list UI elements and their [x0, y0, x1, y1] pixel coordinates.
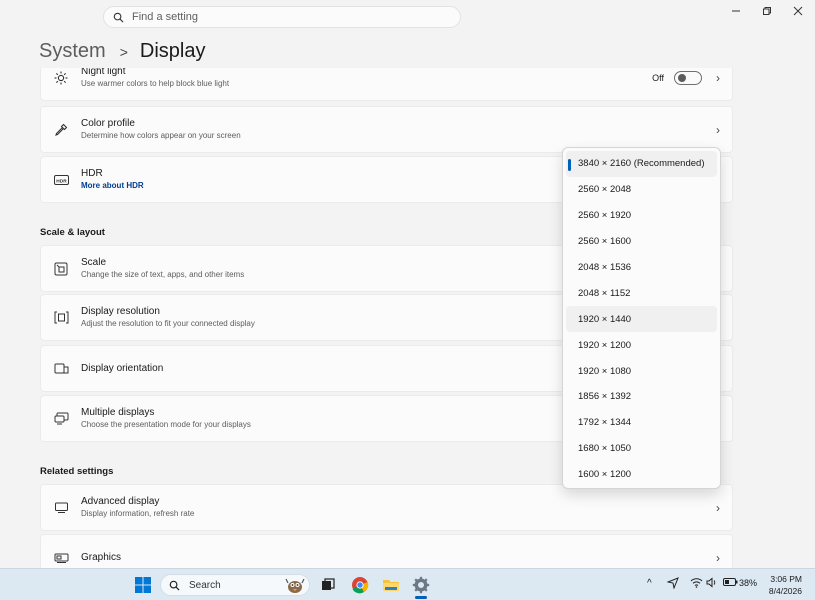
resolution-option[interactable]: 2048 × 1152 [566, 280, 717, 306]
file-explorer-icon[interactable] [381, 575, 401, 595]
advanced-display-text: Advanced display Display information, re… [81, 496, 194, 519]
clock-date: 8/4/2026 [768, 586, 802, 596]
chevron-right-icon[interactable]: › [716, 551, 720, 565]
orientation-icon [52, 360, 70, 378]
night-light-subtitle: Use warmer colors to help block blue lig… [81, 79, 230, 88]
chevron-right-icon[interactable]: › [716, 71, 720, 85]
task-view-icon[interactable] [318, 575, 338, 595]
graphics-card-icon [52, 549, 70, 567]
search-icon [169, 580, 180, 591]
selection-indicator [568, 159, 571, 171]
settings-app-icon[interactable] [411, 575, 431, 595]
multiple-displays-subtitle: Choose the presentation mode for your di… [81, 420, 251, 429]
chrome-icon[interactable] [350, 575, 370, 595]
resolution-option[interactable]: 1856 × 1392 [566, 384, 717, 410]
restore-icon [763, 7, 771, 15]
display-resolution-title: Display resolution [81, 306, 160, 317]
section-scale-layout: Scale & layout [40, 227, 105, 238]
search-icon [113, 12, 124, 22]
graphics-text: Graphics [81, 552, 121, 564]
search-placeholder: Find a setting [132, 11, 199, 23]
resolution-option[interactable]: 1920 × 1080 [566, 358, 717, 384]
battery-percent: 38% [739, 578, 758, 588]
night-light-toggle[interactable] [674, 70, 702, 85]
section-related-settings: Related settings [40, 466, 114, 477]
hdr-text: HDR More about HDR [81, 168, 144, 191]
minimize-button[interactable] [729, 4, 743, 18]
chevron-right-icon[interactable]: › [716, 501, 720, 515]
display-resolution-subtitle: Adjust the resolution to fit your connec… [81, 319, 255, 328]
resolution-option[interactable]: 2048 × 1536 [566, 255, 717, 281]
battery-icon[interactable] [723, 577, 738, 589]
toggle-state-label: Off [652, 72, 664, 83]
resolution-option[interactable]: 2560 × 1600 [566, 229, 717, 255]
night-light-toggle-group: Off [652, 70, 702, 85]
active-app-indicator [415, 596, 427, 599]
volume-icon[interactable] [706, 577, 718, 590]
resolution-icon [52, 309, 70, 327]
chevron-right-icon[interactable]: › [716, 123, 720, 137]
close-button[interactable] [791, 4, 805, 18]
scale-icon [52, 260, 70, 278]
display-orientation-title: Display orientation [81, 362, 164, 374]
resolution-option[interactable]: 3840 × 2160 (Recommended) [566, 151, 717, 177]
resolution-option[interactable]: 2560 × 1920 [566, 203, 717, 229]
resolution-option[interactable]: 1792 × 1344 [566, 410, 717, 436]
maximize-button[interactable] [760, 4, 774, 18]
wifi-icon[interactable] [690, 577, 703, 590]
color-profile-card[interactable]: Color profile Determine how colors appea… [40, 106, 733, 153]
toggle-knob [678, 73, 686, 82]
graphics-card[interactable]: Graphics › [40, 534, 733, 568]
search-highlight-icon[interactable] [282, 575, 308, 595]
minimize-icon [732, 10, 740, 12]
windows-logo-icon [135, 577, 151, 593]
chevron-up-icon[interactable]: ^ [647, 578, 652, 589]
breadcrumb-system[interactable]: System [39, 40, 106, 63]
sun-icon [52, 69, 70, 87]
resolution-option[interactable]: 2560 × 2048 [566, 177, 717, 203]
scale-subtitle: Change the size of text, apps, and other… [81, 270, 245, 279]
clock-time: 3:06 PM [770, 574, 802, 584]
night-light-card[interactable]: Night light Use warmer colors to help bl… [40, 68, 733, 101]
resolution-option[interactable]: 1920 × 1200 [566, 332, 717, 358]
graphics-title: Graphics [81, 551, 122, 563]
multiple-displays-icon [52, 410, 70, 428]
advanced-display-subtitle: Display information, refresh rate [81, 509, 195, 518]
color-profile-text: Color profile Determine how colors appea… [81, 118, 241, 141]
breadcrumb-separator: > [119, 43, 128, 60]
resolution-option[interactable]: 1600 × 1200 [566, 462, 717, 488]
send-icon[interactable] [666, 577, 679, 591]
night-light-title: Night light [81, 68, 126, 77]
advanced-display-card[interactable]: Advanced display Display information, re… [40, 484, 733, 531]
color-profile-title: Color profile [81, 118, 135, 129]
start-button[interactable] [133, 575, 153, 595]
scale-title: Scale [81, 257, 107, 268]
breadcrumb: System > Display [39, 40, 205, 63]
resolution-option[interactable]: 1680 × 1050 [566, 436, 717, 462]
hdr-more-link[interactable]: More about HDR [81, 181, 144, 191]
hdr-icon: HDR [52, 171, 70, 189]
eyedropper-icon [52, 121, 70, 139]
resolution-dropdown[interactable]: 3840 × 2160 (Recommended) 2560 × 2048 25… [562, 147, 721, 489]
multiple-displays-title: Multiple displays [81, 407, 155, 418]
svg-text:HDR: HDR [56, 178, 67, 184]
scale-text: Scale Change the size of text, apps, and… [81, 257, 244, 280]
multiple-displays-text: Multiple displays Choose the presentatio… [81, 407, 251, 430]
hdr-title: HDR [81, 168, 103, 179]
taskbar: Search ^ 38% 3:06 PM 8/4/2026 [0, 568, 815, 600]
title-bar: Find a setting [0, 0, 815, 34]
page-title: Display [139, 40, 206, 62]
search-box[interactable]: Find a setting [103, 6, 461, 28]
resolution-option[interactable]: 1920 × 1440 [566, 306, 717, 333]
close-icon [793, 6, 803, 16]
night-light-text: Night light Use warmer colors to help bl… [81, 68, 229, 89]
monitor-icon [52, 499, 70, 517]
clock[interactable]: 3:06 PM 8/4/2026 [769, 573, 802, 597]
advanced-display-title: Advanced display [81, 496, 160, 507]
display-resolution-text: Display resolution Adjust the resolution… [81, 306, 255, 329]
display-orientation-text: Display orientation [81, 363, 163, 375]
taskbar-search-label: Search [189, 579, 221, 591]
color-profile-subtitle: Determine how colors appear on your scre… [81, 131, 241, 140]
